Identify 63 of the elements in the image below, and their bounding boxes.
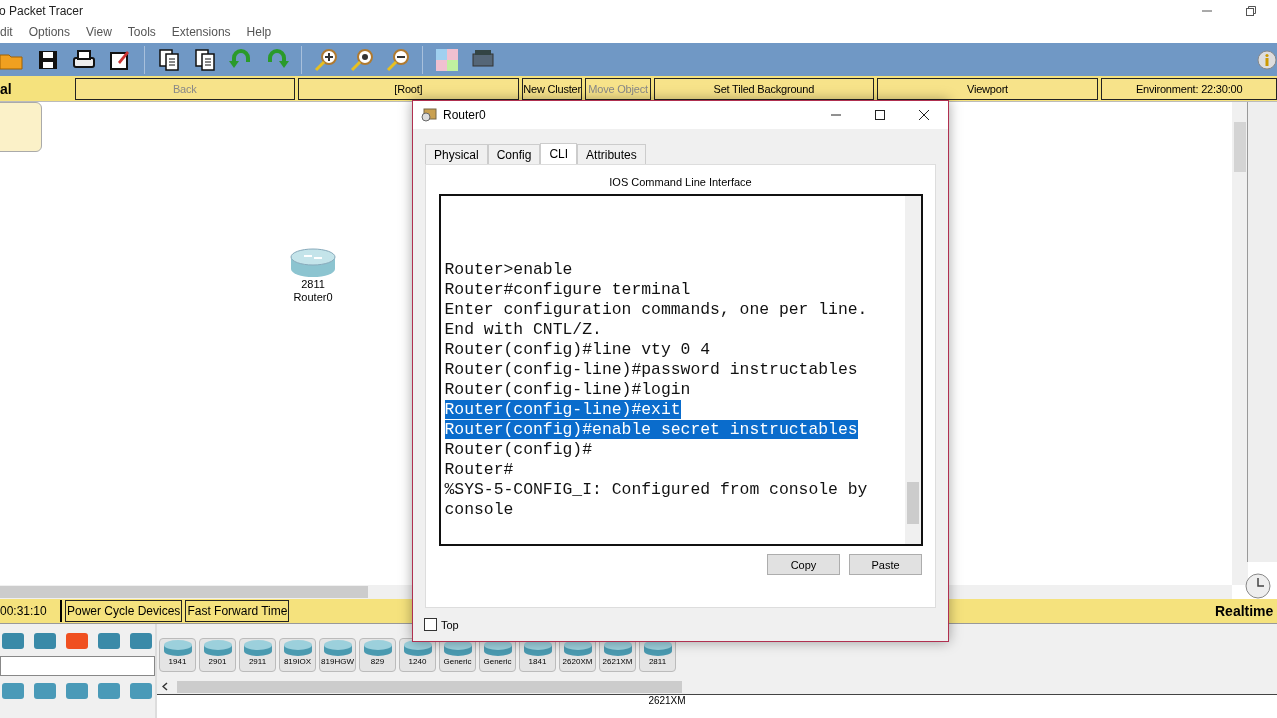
realtime-mode-label: Realtime (1215, 603, 1275, 619)
dialog-button[interactable]: Copy (767, 554, 840, 575)
device-button[interactable]: 819IOX (279, 638, 316, 672)
terminal-scrollbar[interactable] (904, 196, 921, 544)
paste-icon[interactable] (193, 47, 217, 72)
window-title: o Packet Tracer (0, 4, 84, 18)
terminal-line: End with CNTL/Z. (444, 320, 602, 339)
close-icon[interactable] (918, 109, 930, 121)
menu-item[interactable]: Options (28, 25, 71, 39)
nav-button[interactable]: Viewport (876, 77, 1099, 100)
terminal-line: Router(config)#line vty 0 4 (444, 340, 711, 359)
terminal-line: Router(config-line)#password instructables (444, 360, 858, 379)
terminal[interactable] (438, 194, 923, 546)
terminal-line: Router(config-line)#login (444, 380, 691, 399)
workspace-mode-label: al (0, 80, 13, 97)
palette-icon[interactable] (435, 47, 459, 72)
clock-time: 00:31:10 (0, 600, 62, 622)
nav-button[interactable]: [Root] (297, 77, 520, 100)
device-button[interactable]: 1240 (399, 638, 436, 672)
device-button[interactable]: 1941 (159, 638, 196, 672)
menu-item[interactable]: View (86, 25, 112, 39)
menu-item[interactable]: Help (246, 25, 272, 39)
restore-icon[interactable] (1245, 5, 1257, 17)
nav-button[interactable]: Environment: 22:30:00 (1101, 77, 1277, 100)
vertical-scrollbar[interactable] (1232, 102, 1248, 585)
maximize-icon[interactable] (874, 109, 886, 121)
zoom-reset-icon[interactable] (350, 47, 374, 72)
terminal-line: Enter configuration commands, one per line. (444, 300, 868, 319)
menu-item[interactable]: Tools (127, 25, 156, 39)
panel-heading: IOS Command Line Interface (609, 176, 752, 188)
device-button[interactable]: 2911 (239, 638, 276, 672)
clock-icon[interactable] (1245, 573, 1271, 599)
dialog-tab[interactable]: CLI (540, 143, 578, 164)
time-button[interactable]: Power Cycle Devices (65, 600, 183, 622)
zoom-out-icon[interactable] (386, 47, 410, 72)
dialog-title: Router0 (443, 108, 486, 122)
terminal-line: Router#configure terminal (444, 280, 691, 299)
device-button[interactable]: 2901 (199, 638, 236, 672)
device-button[interactable]: 819HGW (319, 638, 356, 672)
selected-device-label: 2621XM (648, 695, 686, 706)
nav-button[interactable]: New Cluster (522, 77, 583, 100)
terminal-line: %SYS-5-CONFIG_I: Configured from console by (444, 480, 868, 499)
device-model-label: 2811 (301, 278, 325, 291)
checkbox-label: Top (441, 618, 459, 631)
terminal-line: Router(config)# (444, 440, 593, 459)
device-name-label: Router0 (293, 291, 333, 304)
terminal-line: console (444, 500, 514, 519)
nav-button[interactable]: Set Tiled Background (654, 77, 874, 100)
terminal-line: Router# (444, 460, 514, 479)
time-button[interactable]: Fast Forward Time (185, 600, 290, 622)
menu-item[interactable]: dit (0, 25, 13, 39)
terminal-line: Router>enable (444, 260, 573, 279)
copy-icon[interactable] (157, 47, 181, 72)
zoom-in-icon[interactable] (314, 47, 338, 72)
menu-item[interactable]: Extensions (171, 25, 231, 39)
dialog-tab[interactable]: Attributes (577, 144, 646, 164)
dialog-tab[interactable]: Config (487, 144, 541, 164)
top-checkbox[interactable] (424, 618, 437, 631)
device-button[interactable]: 829 (359, 638, 396, 672)
scroll-left-icon[interactable] (162, 682, 168, 691)
dialog-tab[interactable]: Physical (425, 144, 488, 164)
dialog-button[interactable]: Paste (849, 554, 922, 575)
info-icon[interactable] (1257, 49, 1277, 70)
